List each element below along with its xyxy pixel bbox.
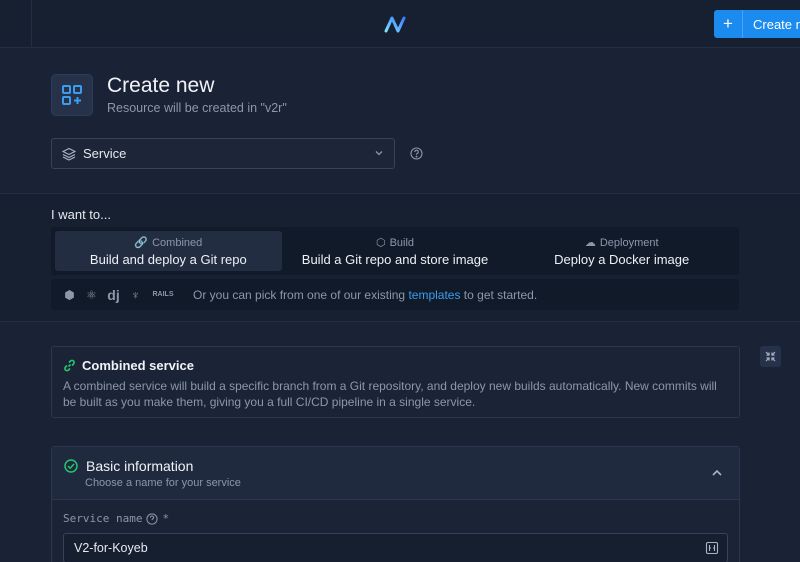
cube-icon: ⬡: [375, 237, 386, 249]
page-subtitle: Resource will be created in "v2r": [107, 101, 287, 115]
plus-icon: +: [714, 10, 743, 38]
tab-build[interactable]: ⬡ Build Build a Git repo and store image: [282, 231, 509, 271]
topbar-divider: [31, 0, 32, 48]
resource-type-value: Service: [83, 146, 127, 161]
basic-information-header[interactable]: Basic information Choose a name for your…: [52, 447, 739, 500]
help-icon[interactable]: [146, 512, 159, 525]
tab-combined-label: Build and deploy a Git repo: [89, 252, 247, 267]
basic-information-title: Basic information: [86, 458, 194, 474]
service-name-value: V2-for-Koyeb: [74, 541, 148, 555]
top-bar: + Create ne: [0, 0, 800, 48]
generate-name-icon[interactable]: [705, 541, 719, 555]
service-name-label: Service name *: [63, 512, 169, 525]
create-new-button[interactable]: + Create ne: [714, 10, 800, 38]
tab-combined[interactable]: 🔗 Combined Build and deploy a Git repo: [55, 231, 282, 271]
koyeb-logo-icon[interactable]: [383, 13, 407, 35]
templates-bar: ⬢ ⚛ dj ♆ RAILS Or you can pick from one …: [51, 279, 739, 310]
intent-section: I want to... 🔗 Combined Build and deploy …: [0, 193, 800, 322]
cloud-icon: ☁: [584, 237, 596, 249]
tab-deployment-small: Deployment: [599, 236, 659, 249]
layers-icon: [62, 147, 76, 161]
check-circle-icon: [64, 459, 78, 473]
templates-prefix: Or you can pick from one of our existing: [193, 287, 409, 302]
basic-information-subtitle: Choose a name for your service: [85, 477, 241, 489]
resource-type-select[interactable]: Service: [51, 138, 395, 169]
link-icon: 🔗: [134, 237, 149, 249]
intent-label: I want to...: [51, 207, 111, 222]
combined-service-description: A combined service will build a specific…: [63, 379, 717, 409]
create-new-label: Create ne: [753, 16, 800, 32]
required-mark: *: [162, 512, 170, 525]
service-name-input[interactable]: V2-for-Koyeb: [63, 533, 728, 562]
collapse-icon[interactable]: [760, 346, 781, 367]
react-icon[interactable]: ⚛: [83, 286, 100, 303]
tab-combined-small: Combined: [152, 236, 203, 249]
grid-add-icon: [51, 74, 93, 116]
tab-build-small: Build: [389, 236, 415, 249]
templates-suffix: to get started.: [460, 287, 538, 302]
page-title: Create new: [107, 74, 215, 97]
combined-service-card: Combined service A combined service will…: [51, 346, 740, 418]
django-icon[interactable]: dj: [105, 286, 122, 303]
service-name-label-text: Service name: [63, 512, 143, 525]
basic-information-card: Basic information Choose a name for your…: [51, 446, 740, 562]
templates-text: Or you can pick from one of our existing…: [193, 288, 537, 302]
nodejs-icon[interactable]: ⬢: [61, 286, 78, 303]
combined-service-title: Combined service: [82, 358, 194, 373]
intent-tabs: 🔗 Combined Build and deploy a Git repo ⬡ B…: [51, 227, 739, 275]
chevron-down-icon: [375, 151, 383, 156]
rails-icon[interactable]: RAILS: [149, 286, 177, 303]
chevron-up-icon[interactable]: [711, 467, 723, 479]
tab-deployment[interactable]: ☁ Deployment Deploy a Docker image: [508, 231, 735, 271]
laravel-icon[interactable]: ♆: [127, 286, 144, 303]
help-icon[interactable]: [410, 147, 423, 160]
templates-link[interactable]: templates: [408, 288, 460, 302]
link-icon: [64, 359, 75, 372]
tab-deployment-label: Deploy a Docker image: [554, 252, 690, 267]
tab-build-label: Build a Git repo and store image: [301, 252, 489, 267]
